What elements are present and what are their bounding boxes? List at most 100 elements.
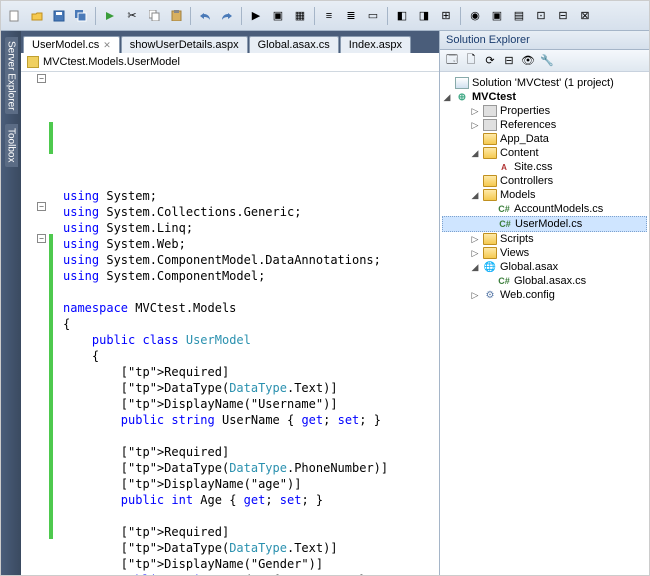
fold-icon[interactable]: −	[37, 74, 46, 83]
tb-btn-icon[interactable]: ⊠	[575, 6, 595, 26]
tb-comment-icon[interactable]: ≡	[319, 6, 339, 26]
properties-icon[interactable]: 🔧	[539, 53, 555, 69]
server-explorer-tab[interactable]: Server Explorer	[5, 37, 18, 114]
tree-label: Models	[500, 189, 535, 201]
cs-icon: C#	[497, 275, 511, 287]
tree-label: AccountModels.cs	[514, 203, 603, 215]
asax-icon: 🌐	[483, 261, 497, 273]
expand-icon[interactable]: ▷	[470, 234, 480, 245]
tree-label: Web.config	[500, 289, 555, 301]
expand-icon[interactable]: ▷	[470, 248, 480, 259]
collapse-icon[interactable]: ⊟	[501, 53, 517, 69]
solution-tree: Solution 'MVCtest' (1 project)◢⊕MVCtest▷…	[440, 72, 649, 575]
tree-label: App_Data	[500, 133, 549, 145]
expand-icon[interactable]: ◢	[470, 190, 480, 201]
solution-explorer: Solution Explorer 🗔 🗋 ⟳ ⊟ 👁 🔧 Solution '…	[439, 31, 649, 575]
breadcrumb-text: MVCtest.Models.UserModel	[43, 56, 180, 68]
tb-btn-icon[interactable]: ◨	[414, 6, 434, 26]
tree-item[interactable]: ▷ Views	[442, 246, 647, 260]
tree-item[interactable]: ▷ Properties	[442, 104, 647, 118]
config-icon: ⚙	[483, 289, 497, 301]
tb-copy-icon[interactable]	[144, 6, 164, 26]
document-tabs: UserModel.cs✕showUserDetails.aspxGlobal.…	[21, 31, 439, 53]
tree-item[interactable]: C#Global.asax.cs	[442, 274, 647, 288]
tree-item[interactable]: ▷References	[442, 118, 647, 132]
fold-icon	[483, 175, 497, 187]
tree-item[interactable]: ▷⚙Web.config	[442, 288, 647, 302]
document-tab[interactable]: Index.aspx	[340, 36, 411, 53]
expand-icon[interactable]: ◢	[470, 148, 480, 159]
fold-icon[interactable]: −	[37, 234, 46, 243]
tb-save-icon[interactable]	[49, 6, 69, 26]
tb-saveall-icon[interactable]	[71, 6, 91, 26]
tree-item[interactable]: Solution 'MVCtest' (1 project)	[442, 76, 647, 90]
tree-label: Site.css	[514, 161, 553, 173]
code-editor[interactable]: − − − using System; using System.Collect…	[21, 72, 439, 575]
tb-btn-icon[interactable]: ⊡	[531, 6, 551, 26]
tb-btn-icon[interactable]: ◧	[392, 6, 412, 26]
tb-btn-icon[interactable]: ▣	[487, 6, 507, 26]
show-all-icon[interactable]: 🗋	[463, 53, 479, 69]
tb-cut-icon[interactable]: ✂	[122, 6, 142, 26]
solution-toolbar: 🗔 🗋 ⟳ ⊟ 👁 🔧	[440, 50, 649, 72]
expand-icon[interactable]: ▷	[470, 290, 480, 301]
document-tab[interactable]: Global.asax.cs	[249, 36, 339, 53]
tree-label: Views	[500, 247, 529, 259]
change-marker	[49, 122, 53, 154]
expand-icon[interactable]: ◢	[442, 92, 452, 103]
tb-btn-icon[interactable]: ◉	[465, 6, 485, 26]
view-icon[interactable]: 👁	[520, 53, 536, 69]
tree-item[interactable]: C#UserModel.cs	[442, 216, 647, 232]
tree-item[interactable]: ▷Scripts	[442, 232, 647, 246]
tb-btn-icon[interactable]: ≣	[341, 6, 361, 26]
tb-redo-icon[interactable]	[217, 6, 237, 26]
tb-paste-icon[interactable]	[166, 6, 186, 26]
cs-icon: C#	[497, 203, 511, 215]
tree-item[interactable]: Controllers	[442, 174, 647, 188]
tb-btn-icon[interactable]: ⊞	[436, 6, 456, 26]
tree-item[interactable]: ◢⊕MVCtest	[442, 90, 647, 104]
expand-icon[interactable]: ▷	[470, 106, 480, 117]
tree-item[interactable]: ◢🌐Global.asax	[442, 260, 647, 274]
css-icon: A	[497, 161, 511, 173]
fold-icon	[483, 133, 497, 145]
tree-item[interactable]: C#AccountModels.cs	[442, 202, 647, 216]
tb-new-icon[interactable]	[5, 6, 25, 26]
fold-icon[interactable]: −	[37, 202, 46, 211]
document-tab[interactable]: UserModel.cs✕	[23, 36, 120, 53]
expand-icon[interactable]: ▷	[470, 120, 480, 131]
sol-icon	[455, 77, 469, 89]
editor-area: UserModel.cs✕showUserDetails.aspxGlobal.…	[21, 31, 439, 575]
tb-undo-icon[interactable]	[195, 6, 215, 26]
toolbox-tab[interactable]: Toolbox	[5, 124, 18, 166]
tree-item[interactable]: App_Data	[442, 132, 647, 146]
tree-label: Controllers	[500, 175, 553, 187]
close-icon[interactable]: ✕	[103, 40, 111, 51]
document-tab[interactable]: showUserDetails.aspx	[121, 36, 248, 53]
tb-btn-icon[interactable]: ▶	[246, 6, 266, 26]
tree-label: Properties	[500, 105, 550, 117]
tree-label: Global.asax.cs	[514, 275, 586, 287]
fold-icon	[483, 147, 497, 159]
tree-label: Solution 'MVCtest' (1 project)	[472, 77, 614, 89]
tree-item[interactable]: ◢ Models	[442, 188, 647, 202]
tb-btn-icon[interactable]: ▣	[268, 6, 288, 26]
class-icon	[27, 56, 39, 68]
panel-title: Solution Explorer	[440, 31, 649, 50]
tree-label: UserModel.cs	[515, 218, 582, 230]
tree-item[interactable]: ◢Content	[442, 146, 647, 160]
properties-icon[interactable]: 🗔	[444, 53, 460, 69]
refresh-icon[interactable]: ⟳	[482, 53, 498, 69]
type-navigator[interactable]: MVCtest.Models.UserModel	[21, 53, 439, 72]
tree-item[interactable]: ASite.css	[442, 160, 647, 174]
expand-icon[interactable]: ◢	[470, 262, 480, 273]
tb-btn-icon[interactable]: ▤	[509, 6, 529, 26]
tb-open-icon[interactable]	[27, 6, 47, 26]
tb-btn-icon[interactable]: ▦	[290, 6, 310, 26]
tb-btn-icon[interactable]: ⊟	[553, 6, 573, 26]
cs-icon: C#	[498, 218, 512, 230]
tb-play-icon[interactable]	[100, 6, 120, 26]
tb-btn-icon[interactable]: ▭	[363, 6, 383, 26]
tree-label: Global.asax	[500, 261, 558, 273]
side-dock: Server Explorer Toolbox	[1, 31, 21, 575]
